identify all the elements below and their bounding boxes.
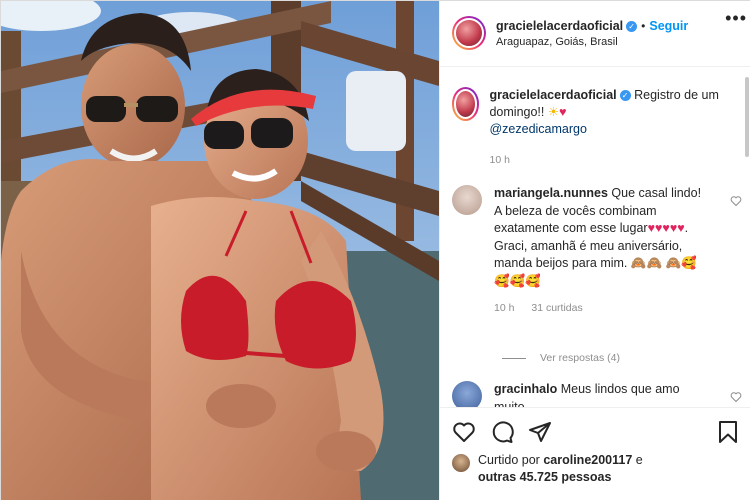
comment-footer: 10 h 31 curtidas bbox=[494, 300, 709, 318]
liked-by: Curtido por caroline200117 e outras 45.7… bbox=[452, 452, 742, 486]
liked-by-others[interactable]: outras 45.725 pessoas bbox=[478, 470, 611, 484]
liker-avatar[interactable] bbox=[452, 454, 470, 472]
red-heart-emoji-icon: ♥ bbox=[559, 105, 567, 119]
caption-username[interactable]: gracielelacerdaoficial bbox=[489, 88, 616, 102]
red-heart-emojis-icon: ♥♥♥♥♥ bbox=[647, 221, 685, 235]
action-icons bbox=[452, 420, 742, 446]
separator-dot: • bbox=[641, 18, 646, 33]
sun-emoji-icon: ☀ bbox=[547, 105, 560, 119]
heart-icon[interactable] bbox=[452, 420, 476, 444]
comment: gracinhalo Meus lindos que amo muito bbox=[452, 381, 742, 407]
comment-icon[interactable] bbox=[490, 420, 514, 444]
commenter-avatar[interactable] bbox=[452, 381, 482, 407]
comment-body: gracinhalo Meus lindos que amo muito bbox=[494, 381, 709, 407]
comment-like-heart-icon[interactable] bbox=[730, 195, 742, 207]
caption-author-avatar[interactable] bbox=[452, 87, 480, 121]
author-meta: gracielelacerdaoficial ✓ • Seguir Araguapaz… bbox=[496, 19, 740, 48]
liked-by-prefix: Curtido por bbox=[478, 453, 540, 467]
comment-likes[interactable]: 31 curtidas bbox=[531, 302, 582, 314]
replies-line bbox=[502, 357, 526, 359]
caption-time[interactable]: 10 h bbox=[489, 152, 732, 169]
comment: mariangela.nunnes Que casal lindo! A bel… bbox=[452, 185, 742, 318]
caption-text-block: gracielelacerdaoficial ✓ Registro de um d… bbox=[489, 87, 732, 169]
couple-photo-image bbox=[1, 1, 439, 500]
author-username[interactable]: gracielelacerdaoficial bbox=[496, 19, 623, 33]
caption-mention[interactable]: @zezedicamargo bbox=[489, 122, 586, 136]
monkey-emojis-icon: 🙈🙈 bbox=[630, 256, 663, 270]
comment-like-heart-icon[interactable] bbox=[730, 391, 742, 403]
post-location[interactable]: Araguapaz, Goiás, Brasil bbox=[496, 36, 740, 48]
author-avatar[interactable] bbox=[452, 16, 486, 50]
more-options-icon[interactable]: ••• bbox=[725, 9, 747, 27]
bookmark-icon[interactable] bbox=[716, 420, 740, 444]
comment-time[interactable]: 10 h bbox=[494, 302, 514, 314]
post-header: gracielelacerdaoficial ✓ • Seguir Araguapaz… bbox=[452, 13, 740, 53]
commenter-username[interactable]: mariangela.nunnes bbox=[494, 186, 608, 200]
comments-scrollbar[interactable] bbox=[745, 77, 749, 157]
post-actions: Curtido por caroline200117 e outras 45.7… bbox=[440, 407, 750, 500]
commenter-username[interactable]: gracinhalo bbox=[494, 382, 557, 396]
verified-badge-icon: ✓ bbox=[626, 20, 638, 32]
instagram-post: gracielelacerdaoficial ✓ • Seguir Araguapaz… bbox=[0, 0, 750, 500]
verified-badge-icon: ✓ bbox=[619, 90, 631, 102]
follow-button[interactable]: Seguir bbox=[649, 19, 688, 33]
liked-by-user[interactable]: caroline200117 bbox=[543, 453, 632, 467]
post-side-panel: gracielelacerdaoficial ✓ • Seguir Araguapaz… bbox=[439, 1, 750, 500]
view-replies-label[interactable]: Ver respostas (4) bbox=[540, 352, 620, 364]
liked-by-suffix: e bbox=[635, 453, 643, 467]
comments-area[interactable]: gracielelacerdaoficial ✓ Registro de um d… bbox=[440, 67, 750, 407]
caption: gracielelacerdaoficial ✓ Registro de um d… bbox=[452, 87, 732, 169]
comment-body: mariangela.nunnes Que casal lindo! A bel… bbox=[494, 185, 709, 318]
liked-by-text: Curtido por caroline200117 e outras 45.7… bbox=[478, 452, 643, 486]
view-replies[interactable]: Ver respostas (4) bbox=[502, 352, 620, 364]
share-icon[interactable] bbox=[528, 420, 552, 444]
post-photo[interactable] bbox=[1, 1, 439, 500]
commenter-avatar[interactable] bbox=[452, 185, 482, 215]
